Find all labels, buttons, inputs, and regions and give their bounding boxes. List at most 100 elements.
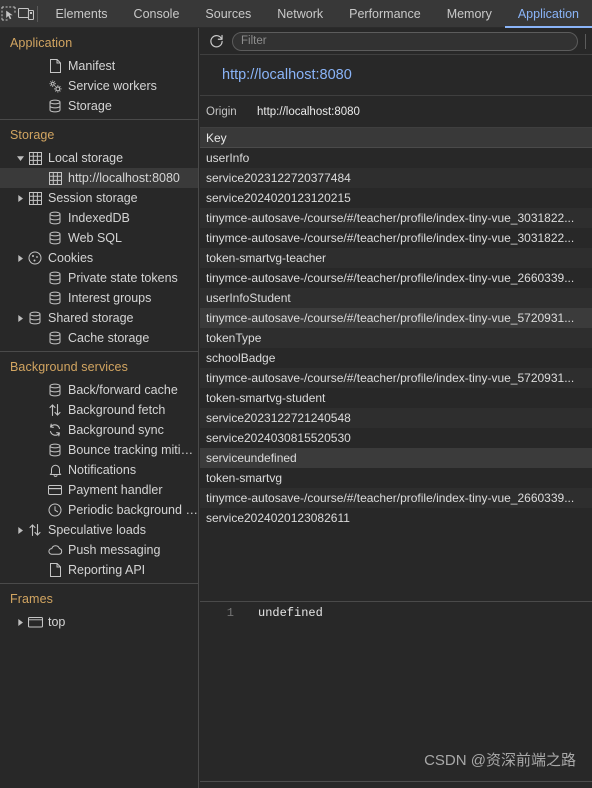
sidebar-item-reporting-api[interactable]: Reporting API — [0, 560, 198, 580]
table-row[interactable]: service2023122721240548 — [200, 408, 592, 428]
sidebar-item-background-fetch[interactable]: Background fetch — [0, 400, 198, 420]
table-row[interactable]: tinymce-autosave-/course/#/teacher/profi… — [200, 488, 592, 508]
origin-label: Origin — [206, 105, 237, 118]
preview-value[interactable]: undefined — [238, 606, 323, 620]
devtools-main-toolbar: Elements Console Sources Network Performance… — [0, 0, 592, 28]
chevron-right-icon[interactable] — [14, 612, 26, 632]
sidebar-item-web-sql[interactable]: Web SQL — [0, 228, 198, 248]
sidebar-item-payment-handler[interactable]: Payment handler — [0, 480, 198, 500]
sidebar-item-label: Service workers — [68, 79, 157, 93]
database-icon — [46, 380, 64, 400]
device-toolbar-icon[interactable] — [17, 1, 35, 27]
chevron-down-icon[interactable] — [14, 148, 26, 168]
table-row[interactable]: tokenType — [200, 328, 592, 348]
table-row[interactable]: token-smartvg — [200, 468, 592, 488]
devtools-panel-tabs: Elements Console Sources Network Performance… — [42, 0, 592, 28]
table-row[interactable]: serviceundefined — [200, 448, 592, 468]
sidebar-item-speculative-loads[interactable]: Speculative loads — [0, 520, 198, 540]
sidebar-item-manifest[interactable]: Manifest — [0, 56, 198, 76]
origin-metadata-row: Origin http://localhost:8080 — [200, 96, 592, 128]
cookie-icon — [26, 248, 44, 268]
sidebar-item-storage[interactable]: Storage — [0, 96, 198, 116]
sidebar-item-private-state-tokens[interactable]: Private state tokens — [0, 268, 198, 288]
bottom-divider — [200, 781, 592, 782]
database-icon — [46, 288, 64, 308]
sidebar-item-interest-groups[interactable]: Interest groups — [0, 288, 198, 308]
sync-arrows-icon — [46, 420, 64, 440]
clock-icon — [46, 500, 64, 520]
table-grid-icon — [26, 148, 44, 168]
database-icon — [46, 328, 64, 348]
sidebar-item-background-sync[interactable]: Background sync — [0, 420, 198, 440]
table-row[interactable]: tinymce-autosave-/course/#/teacher/profi… — [200, 228, 592, 248]
page-title: http://localhost:8080 — [222, 67, 352, 83]
table-row[interactable]: token-smartvg-teacher — [200, 248, 592, 268]
sidebar-item-label: Manifest — [68, 59, 116, 73]
tab-application[interactable]: Application — [505, 0, 592, 28]
frame-window-icon — [26, 612, 44, 632]
chevron-right-icon[interactable] — [14, 188, 26, 208]
inspect-element-icon[interactable] — [0, 1, 17, 27]
table-row[interactable]: tinymce-autosave-/course/#/teacher/profi… — [200, 208, 592, 228]
sidebar-item-label: Bounce tracking mitigations — [68, 443, 198, 457]
table-row[interactable]: userInfoStudent — [200, 288, 592, 308]
table-row[interactable]: schoolBadge — [200, 348, 592, 368]
sidebar-item-shared-storage[interactable]: Shared storage — [0, 308, 198, 328]
table-row[interactable]: service2023122720377484 — [200, 168, 592, 188]
sidebar-item-cache-storage[interactable]: Cache storage — [0, 328, 198, 348]
table-row[interactable]: userInfo — [200, 148, 592, 168]
sidebar-item-top[interactable]: top — [0, 612, 198, 632]
tab-elements[interactable]: Elements — [42, 0, 120, 28]
sidebar-item-indexeddb[interactable]: IndexedDB — [0, 208, 198, 228]
chevron-right-icon[interactable] — [14, 308, 26, 328]
sidebar-item-notifications[interactable]: Notifications — [0, 460, 198, 480]
tab-memory[interactable]: Memory — [434, 0, 505, 28]
sidebar-item-label: Web SQL — [68, 231, 122, 245]
table-row[interactable]: tinymce-autosave-/course/#/teacher/profi… — [200, 368, 592, 388]
table-row[interactable]: tinymce-autosave-/course/#/teacher/profi… — [200, 308, 592, 328]
sidebar-item-label: Speculative loads — [48, 523, 146, 537]
sidebar-item-push-messaging[interactable]: Push messaging — [0, 540, 198, 560]
sidebar-section-title-background-services: Background services — [10, 360, 128, 374]
table-grid-icon — [26, 188, 44, 208]
search-input[interactable] — [232, 31, 578, 51]
sidebar-item-label: top — [48, 615, 66, 629]
table-row[interactable]: service2024020123082611 — [200, 508, 592, 528]
sidebar-item-service-workers[interactable]: Service workers — [0, 76, 198, 96]
sidebar-item-bounce-tracking-mitigations[interactable]: Bounce tracking mitigations — [0, 440, 198, 460]
grid-rows-container: userInfo service2023122720377484 service20… — [200, 148, 592, 528]
sidebar-item-periodic-background-sync[interactable]: Periodic background sync — [0, 500, 198, 520]
table-row[interactable]: service2024030815520530 — [200, 428, 592, 448]
tab-console[interactable]: Console — [121, 0, 193, 28]
table-row[interactable]: service2024020123120215 — [200, 188, 592, 208]
manifest-file-icon — [46, 56, 64, 76]
arrows-up-down-icon — [26, 520, 44, 540]
column-header-key[interactable]: Key — [206, 131, 227, 145]
sidebar-item-back-forward-cache[interactable]: Back/forward cache — [0, 380, 198, 400]
sidebar-item-label: Back/forward cache — [68, 383, 178, 397]
sidebar-item-session-storage[interactable]: Session storage — [0, 188, 198, 208]
tab-network[interactable]: Network — [264, 0, 336, 28]
application-sidebar[interactable]: Application Manifest Service workers Storag… — [0, 28, 199, 788]
sidebar-item-http-localhost-8080[interactable]: http://localhost:8080 — [0, 168, 198, 188]
tab-sources[interactable]: Sources — [192, 0, 264, 28]
sidebar-item-label: Storage — [68, 99, 112, 113]
sidebar-item-cookies[interactable]: Cookies — [0, 248, 198, 268]
table-row[interactable]: tinymce-autosave-/course/#/teacher/profi… — [200, 268, 592, 288]
tab-performance[interactable]: Performance — [336, 0, 434, 28]
chevron-right-icon[interactable] — [14, 248, 26, 268]
table-row[interactable]: token-smartvg-student — [200, 388, 592, 408]
database-icon — [46, 440, 64, 460]
chevron-right-icon[interactable] — [14, 520, 26, 540]
refresh-icon[interactable] — [205, 30, 227, 52]
sidebar-item-local-storage[interactable]: Local storage — [0, 148, 198, 168]
